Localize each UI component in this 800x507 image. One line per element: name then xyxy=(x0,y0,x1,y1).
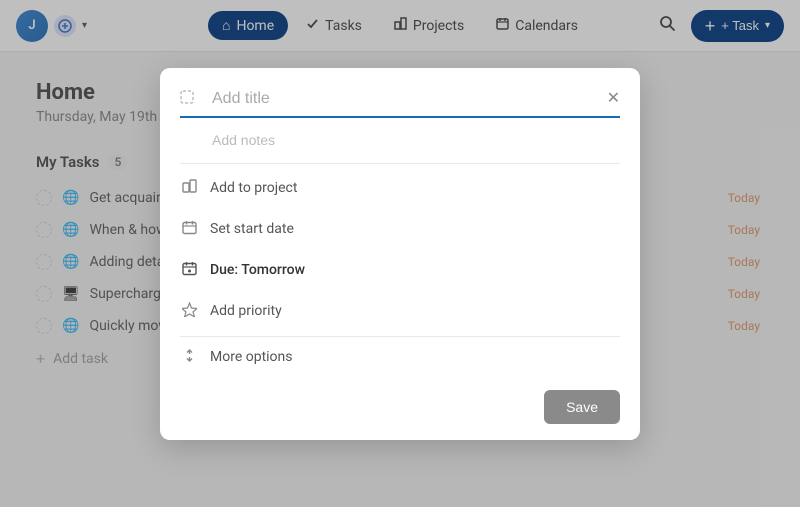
add-priority-row[interactable]: Add priority xyxy=(160,291,640,332)
due-date-label: Due: Tomorrow xyxy=(210,262,305,278)
modal-notes-area xyxy=(160,118,640,149)
set-start-date-icon xyxy=(180,220,198,239)
add-to-project-label: Add to project xyxy=(210,180,297,196)
set-start-date-label: Set start date xyxy=(210,221,294,237)
title-icon xyxy=(180,90,194,108)
due-date-icon xyxy=(180,261,198,280)
add-priority-icon xyxy=(180,302,198,321)
more-options-icon xyxy=(180,348,198,367)
modal-options: Add to project Set start date xyxy=(160,164,640,336)
modal-close-button[interactable]: ✕ xyxy=(603,84,624,112)
modal-notes-input[interactable] xyxy=(180,132,620,148)
modal-overlay[interactable]: ✕ Add to project xyxy=(0,0,800,507)
add-to-project-row[interactable]: Add to project xyxy=(160,168,640,209)
modal-title-input[interactable] xyxy=(180,90,620,118)
close-icon: ✕ xyxy=(607,90,620,107)
set-start-date-row[interactable]: Set start date xyxy=(160,209,640,250)
add-to-project-icon xyxy=(180,179,198,198)
modal-footer: Save xyxy=(160,378,640,440)
modal-header: ✕ xyxy=(160,68,640,118)
save-button[interactable]: Save xyxy=(544,390,620,424)
more-options-row[interactable]: More options xyxy=(160,337,640,378)
add-task-modal: ✕ Add to project xyxy=(160,68,640,440)
more-options-label: More options xyxy=(210,349,293,365)
due-date-row[interactable]: Due: Tomorrow xyxy=(160,250,640,291)
add-priority-label: Add priority xyxy=(210,303,282,319)
